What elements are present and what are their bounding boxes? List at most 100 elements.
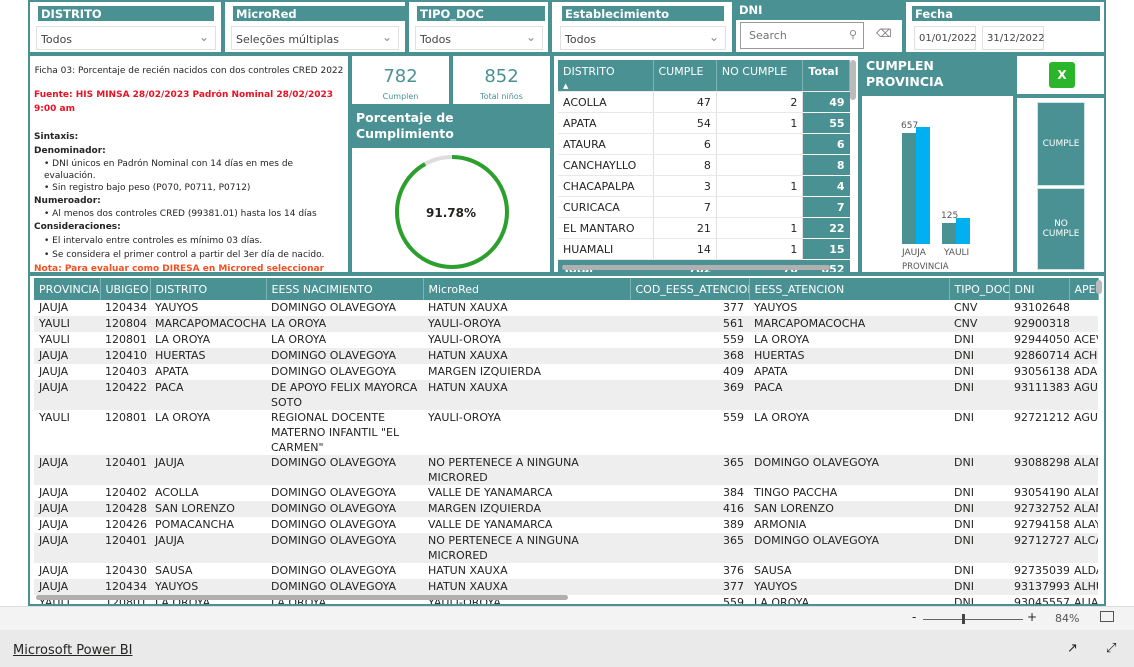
distrito-dropdown[interactable]: Todos ⌄ [36, 26, 216, 50]
table-cell: 93045557 [1014, 596, 1069, 606]
column-header[interactable]: MicroRed [423, 278, 631, 300]
table-row[interactable]: CURICACA 7 7 [558, 196, 850, 218]
table-cell: 559 [723, 411, 744, 424]
column-header[interactable]: DISTRITO [150, 278, 267, 300]
dni-search-box[interactable]: ⚲ [740, 22, 864, 49]
column-header[interactable]: EESS_ATENCION [749, 278, 950, 300]
table-row[interactable]: CANCHAYLLO 8 8 [558, 154, 850, 176]
table-cell [716, 196, 804, 218]
kpi-cumplen: 782 Cumplen [350, 54, 451, 106]
table-row[interactable]: YAULI 120801 LA OROYA REGIONAL DOCENTE MATE… [34, 410, 1098, 455]
table-row[interactable]: JAUJA 120430 SAUSA DOMINGO OLAVEGOYA HATUN X… [34, 563, 1098, 579]
table-row[interactable]: JAUJA 120422 PACA DE APOYO FELIX MAYORCA SO… [34, 380, 1098, 410]
table-cell: REGIONAL DOCENTE MATERNO INFANTIL "EL CA… [271, 411, 400, 454]
kpi-total: 852 Total niños [451, 54, 552, 106]
column-header[interactable]: APEL [1069, 278, 1099, 300]
slicer-title: MicroRed [233, 6, 409, 21]
table-row[interactable]: JAUJA 120426 POMACANCHA DOMINGO OLAVEGOYA VA… [34, 517, 1098, 533]
vertical-scrollbar[interactable] [1096, 280, 1102, 294]
data-label: 125 [941, 210, 959, 221]
establecimiento-dropdown[interactable]: Todos ⌄ [560, 26, 726, 50]
table-row[interactable]: EL MANTARO 21 1 22 [558, 217, 850, 239]
table-cell: HATUN XAUXA [428, 564, 508, 577]
table-cell: 55 [802, 112, 850, 134]
table-row[interactable]: APATA 54 1 55 [558, 112, 850, 134]
start-date-input[interactable]: 01/01/2022 [914, 26, 977, 50]
col-distrito[interactable]: DISTRITO ▲ [558, 60, 654, 92]
table-cell: SAN LORENZO [749, 501, 949, 517]
table-row[interactable]: JAUJA 120410 HUERTAS DOMINGO OLAVEGOYA HATUN… [34, 348, 1098, 364]
table-row[interactable]: JAUJA 120403 APATA DOMINGO OLAVEGOYA MARGEN … [34, 364, 1098, 380]
table-cell: ACHI [1069, 348, 1098, 364]
col-total[interactable]: Total [802, 60, 850, 92]
column-header[interactable]: TIPO_DOC [949, 278, 1010, 300]
table-cell: LA OROYA [155, 411, 211, 424]
horizontal-scrollbar[interactable] [36, 595, 568, 600]
table-cell: 1 [716, 175, 804, 197]
list-item: El intervalo entre controles es mínimo 0… [52, 236, 263, 246]
zoom-in-button[interactable]: + [1027, 610, 1037, 624]
table-row[interactable]: ACOLLA 47 2 49 [558, 91, 850, 113]
bar-yauli-1[interactable] [956, 217, 970, 244]
table-row[interactable]: JAUJA 120402 ACOLLA DOMINGO OLAVEGOYA VALLE … [34, 485, 1098, 501]
table-row[interactable]: JAUJA 120428 SAN LORENZO DOMINGO OLAVEGOYA M… [34, 501, 1098, 517]
column-header[interactable]: UBIGEO [100, 278, 151, 300]
table-cell: 93054190 [1014, 486, 1069, 499]
no-cumple-button[interactable]: NO CUMPLE [1037, 188, 1085, 270]
table-row[interactable]: JAUJA 120401 JAUJA DOMINGO OLAVEGOYA NO PERT… [34, 533, 1098, 563]
col-cumple[interactable]: CUMPLE [653, 60, 717, 92]
table-cell: 7 [653, 196, 717, 218]
table-row[interactable]: YAULI 120804 MARCAPOMACOCHA LA OROYA YAULI-O… [34, 316, 1098, 332]
info-title: Ficha 03: Porcentaje de recién nacidos c… [34, 66, 344, 76]
table-row[interactable]: YAULI 120801 LA OROYA LA OROYA YAULI-OROYA 55… [34, 332, 1098, 348]
table-cell: 120422 [100, 380, 150, 410]
excel-icon[interactable]: X [1049, 62, 1075, 88]
table-cell: 92860714 [1009, 348, 1069, 364]
table-cell: 93111383 [1009, 380, 1069, 410]
bar-yauli-0[interactable] [942, 222, 956, 244]
table-row[interactable]: JAUJA 120434 YAUYOS DOMINGO OLAVEGOYA HATUN … [34, 579, 1098, 595]
table-cell [716, 133, 804, 155]
table-cell: ARMONIA [754, 518, 807, 531]
horizontal-scrollbar[interactable] [562, 265, 830, 270]
table-cell: PACA [150, 380, 266, 410]
bar-jauja-0[interactable] [902, 133, 916, 244]
microred-dropdown[interactable]: Seleções múltiplas ⌄ [231, 26, 399, 50]
column-header[interactable]: EESS NACIMIENTO [266, 278, 424, 300]
table-cell: 120428 [100, 501, 150, 517]
dni-search-input[interactable] [749, 29, 844, 42]
column-header[interactable]: PROVINCIA [34, 278, 101, 300]
zoom-slider-thumb[interactable] [962, 614, 965, 624]
share-icon[interactable]: ↗ [1067, 641, 1078, 656]
table-cell: CURICACA [558, 196, 654, 218]
fit-page-icon[interactable] [1100, 611, 1114, 622]
powerbi-link[interactable]: Microsoft Power BI [13, 643, 132, 658]
table-cell: 559 [723, 596, 744, 606]
table-row[interactable]: CHACAPALPA 3 1 4 [558, 175, 850, 197]
table-row[interactable]: HUAMALI 14 1 15 [558, 238, 850, 260]
column-header[interactable]: DNI [1009, 278, 1070, 300]
eraser-icon[interactable]: ⌫ [876, 27, 892, 40]
table-cell: JAUJA [34, 380, 100, 410]
table-cell: AGUI [1069, 380, 1098, 410]
vertical-scrollbar[interactable] [850, 60, 856, 100]
table-cell: EL MANTARO [558, 217, 654, 239]
bar-jauja-1[interactable] [916, 126, 930, 244]
table-row[interactable]: ATAURA 6 6 [558, 133, 850, 155]
cumple-button[interactable]: CUMPLE [1037, 102, 1085, 186]
end-date-input[interactable]: 31/12/2022 [982, 26, 1045, 50]
table-row[interactable]: JAUJA 120434 YAUYOS DOMINGO OLAVEGOYA HATUN … [34, 300, 1098, 316]
table-cell: DOMINGO OLAVEGOYA [749, 533, 949, 563]
table-cell: 15 [802, 238, 850, 260]
col-no-cumple[interactable]: NO CUMPLE [716, 60, 804, 92]
table-cell: DNI [949, 533, 1009, 563]
zoom-out-button[interactable]: - [912, 610, 916, 624]
column-header[interactable]: COD_EESS_ATENCION [630, 278, 750, 300]
zoom-slider[interactable] [923, 619, 1023, 620]
table-row[interactable]: JAUJA 120401 JAUJA DOMINGO OLAVEGOYA NO PERT… [34, 455, 1098, 485]
table-cell: APATA [558, 112, 654, 134]
fullscreen-icon[interactable]: ⤢ [1106, 641, 1116, 656]
tipo-doc-dropdown[interactable]: Todos ⌄ [415, 26, 543, 50]
table-cell: 369 [630, 380, 749, 410]
x-tick-label: JAUJA [902, 248, 926, 258]
